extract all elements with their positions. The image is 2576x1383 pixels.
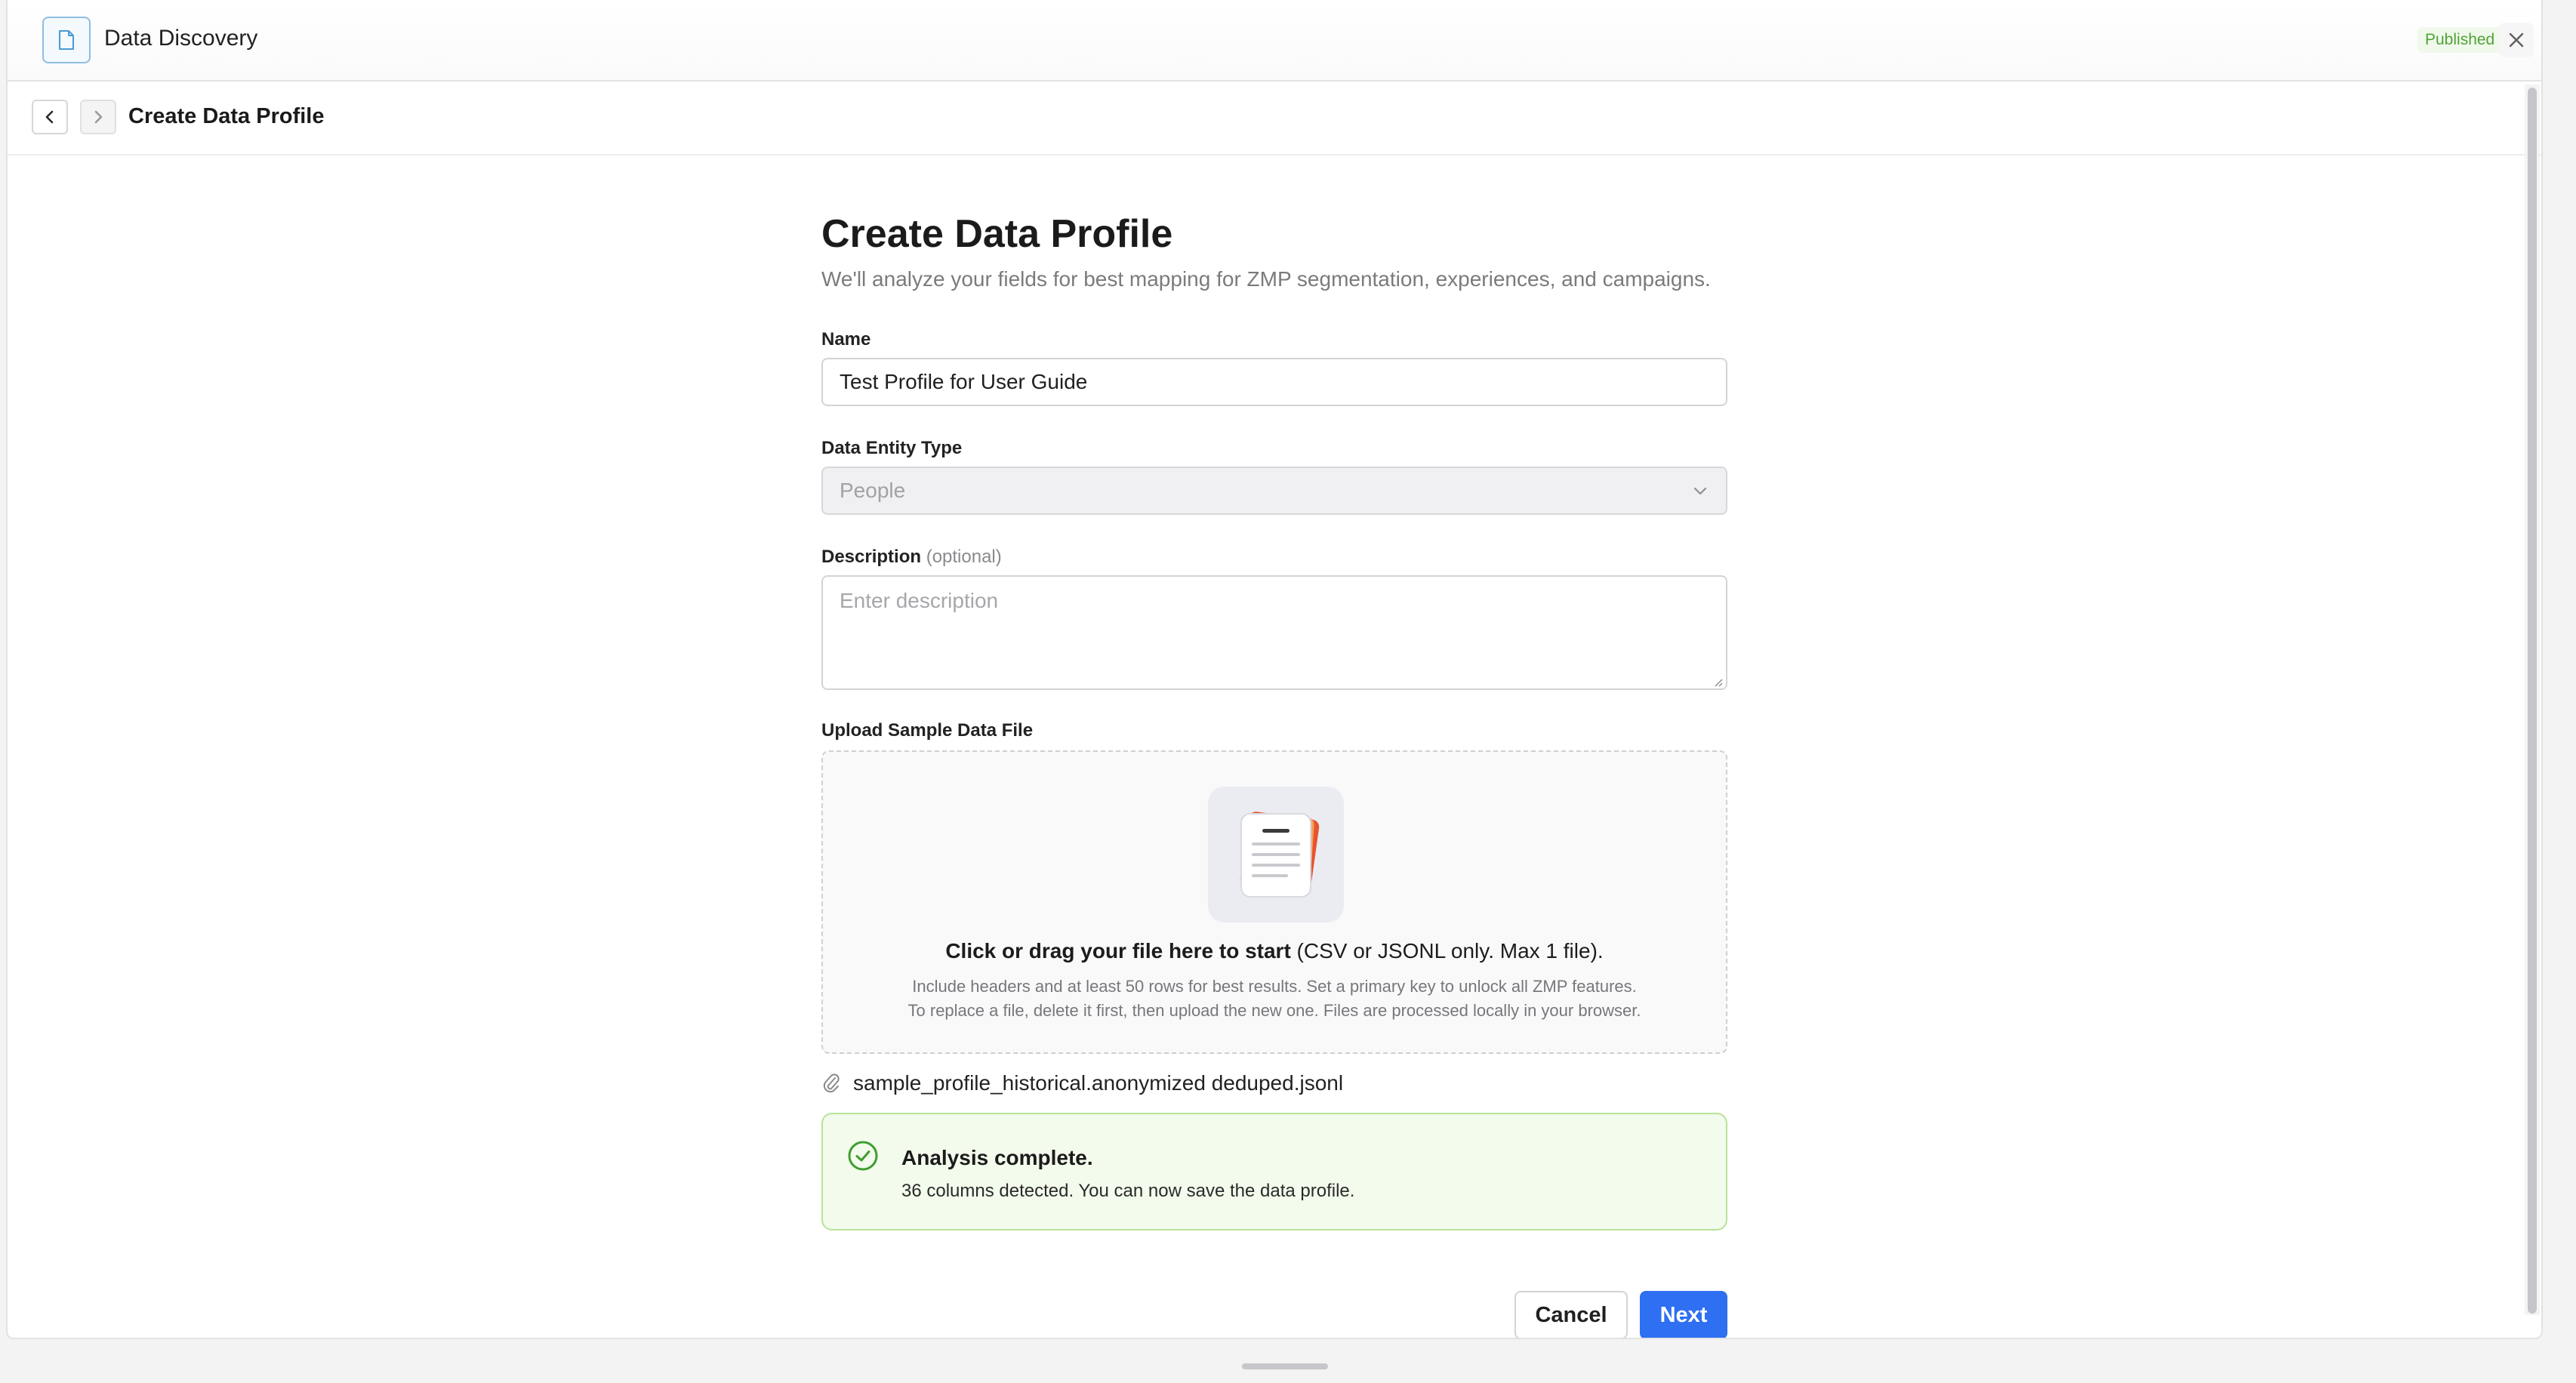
- app-title: Data Discovery: [104, 26, 258, 51]
- paperclip-icon: [823, 1073, 840, 1093]
- next-button[interactable]: Next: [1640, 1291, 1727, 1338]
- document-stack-icon: [1208, 787, 1344, 923]
- uploaded-file-name: sample_profile_historical.anonymized ded…: [853, 1071, 1344, 1095]
- status-badge: Published: [2417, 27, 2503, 53]
- form-subtitle: We'll analyze your fields for best mappi…: [821, 267, 1711, 291]
- check-circle-icon: [848, 1141, 878, 1171]
- name-input[interactable]: Test Profile for User Guide: [821, 358, 1727, 406]
- entity-type-value: People: [840, 479, 906, 502]
- resize-grip-icon[interactable]: [1714, 678, 1723, 687]
- window-resize-handle[interactable]: [1242, 1363, 1328, 1369]
- dropzone-hint-2: To replace a file, delete it first, then…: [907, 1001, 1641, 1020]
- cancel-button[interactable]: Cancel: [1514, 1291, 1628, 1338]
- analysis-alert: Analysis complete. 36 columns detected. …: [821, 1113, 1727, 1231]
- chevron-right-icon: [94, 110, 103, 124]
- dropzone-cta-bold: Click or drag your file here to start: [945, 939, 1291, 963]
- analysis-message: 36 columns detected. You can now save th…: [901, 1181, 1355, 1201]
- upload-label: Upload Sample Data File: [821, 720, 1034, 741]
- close-icon: [2509, 32, 2524, 48]
- uploaded-file-row[interactable]: sample_profile_historical.anonymized ded…: [821, 1070, 1343, 1096]
- form-heading: Create Data Profile: [821, 212, 1173, 256]
- chevron-down-icon: [1693, 487, 1707, 495]
- forward-button[interactable]: [80, 100, 116, 134]
- description-textarea[interactable]: [821, 575, 1727, 690]
- app-window: Data Discovery Published Create Data Pro…: [6, 0, 2543, 1339]
- name-label: Name: [821, 329, 871, 350]
- page-title: Create Data Profile: [128, 104, 325, 128]
- dropzone-cta: Click or drag your file here to start (C…: [823, 939, 1726, 963]
- back-button[interactable]: [32, 100, 68, 134]
- document-icon: [42, 17, 91, 63]
- description-label: Description (optional): [821, 547, 1002, 568]
- vertical-scrollbar[interactable]: [2525, 85, 2540, 1315]
- close-button[interactable]: [2499, 23, 2534, 57]
- nav-bar: Create Data Profile: [8, 82, 2541, 156]
- scrollbar-thumb[interactable]: [2528, 88, 2537, 1314]
- optional-tag: (optional): [926, 547, 1002, 567]
- dropzone-hint-1: Include headers and at least 50 rows for…: [912, 977, 1637, 996]
- entity-type-select[interactable]: People: [821, 467, 1727, 515]
- description-label-text: Description: [821, 547, 922, 567]
- file-dropzone[interactable]: Click or drag your file here to start (C…: [821, 750, 1727, 1054]
- analysis-title: Analysis complete.: [901, 1146, 1093, 1169]
- title-bar: Data Discovery Published: [8, 0, 2541, 82]
- dropzone-cta-rest: (CSV or JSONL only. Max 1 file).: [1290, 939, 1604, 963]
- entity-type-label: Data Entity Type: [821, 438, 963, 458]
- chevron-left-icon: [45, 110, 54, 124]
